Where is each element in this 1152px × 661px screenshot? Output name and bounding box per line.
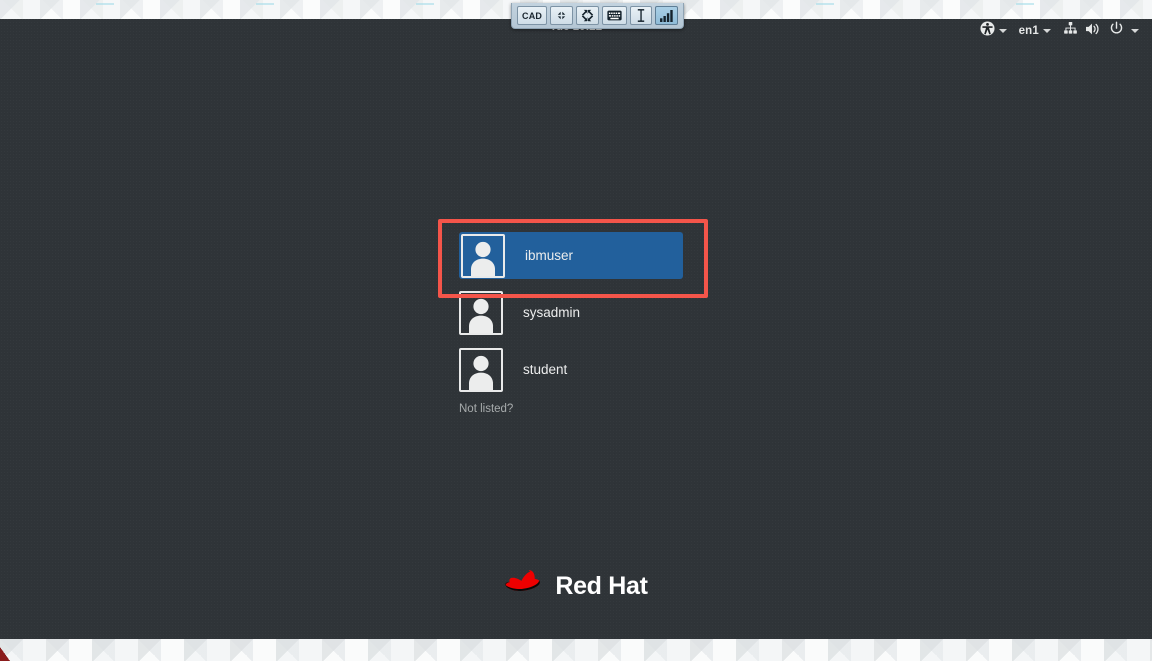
band-accent-line <box>416 3 434 5</box>
red-hat-fedora-icon <box>504 568 546 605</box>
connection-quality-button[interactable] <box>655 6 679 25</box>
universal-access-icon <box>980 21 995 41</box>
network-wired-icon <box>1063 21 1078 41</box>
band-red-corner-accent <box>0 647 10 661</box>
keyboard-icon <box>607 10 622 21</box>
login-screen: CAD en1 ibmuser sysadmin student Not lis… <box>0 0 1152 661</box>
avatar <box>461 233 505 278</box>
user-list: ibmuser sysadmin student Not listed? <box>459 232 689 415</box>
fullscreen-button[interactable] <box>576 6 600 25</box>
universal-access-menu[interactable] <box>975 19 1012 43</box>
red-hat-branding: Red Hat <box>0 568 1152 605</box>
not-listed-link[interactable]: Not listed? <box>459 403 689 415</box>
chevron-down-icon <box>1131 29 1139 33</box>
user-row[interactable]: sysadmin <box>459 289 689 336</box>
band-accent-line <box>96 3 114 5</box>
arrows-in-icon <box>555 9 568 22</box>
volume-icon <box>1085 22 1101 41</box>
band-triangle-pattern <box>0 639 1152 661</box>
text-input-button[interactable] <box>630 6 653 25</box>
system-status-menu[interactable] <box>1058 19 1144 43</box>
keyboard-layout-menu[interactable]: en1 <box>1014 23 1056 39</box>
band-accent-line <box>816 3 834 5</box>
user-name-label: ibmuser <box>525 248 574 263</box>
band-accent-line <box>1016 3 1034 5</box>
keyboard-button[interactable] <box>602 6 628 25</box>
vnc-control-toolbar: CAD <box>511 3 685 29</box>
power-icon <box>1109 21 1124 41</box>
signal-bars-icon <box>660 9 673 22</box>
avatar <box>459 290 503 335</box>
bottom-decorative-band <box>0 639 1152 661</box>
user-row[interactable]: student <box>459 346 689 393</box>
user-name-label: sysadmin <box>523 305 581 320</box>
user-row[interactable]: ibmuser <box>459 232 683 279</box>
chevron-down-icon <box>1043 29 1051 33</box>
chevron-down-icon <box>998 29 1007 33</box>
system-tray: en1 <box>975 19 1144 43</box>
text-cursor-icon <box>637 9 645 22</box>
red-hat-wordmark: Red Hat <box>555 572 648 600</box>
keyboard-layout-label: en1 <box>1018 25 1039 37</box>
shrink-to-fit-button[interactable] <box>550 6 574 25</box>
band-accent-line <box>256 3 274 5</box>
arrows-out-icon <box>581 9 594 22</box>
user-name-label: student <box>523 362 568 377</box>
avatar <box>459 347 503 392</box>
ctrl-alt-del-button[interactable]: CAD <box>517 6 548 25</box>
